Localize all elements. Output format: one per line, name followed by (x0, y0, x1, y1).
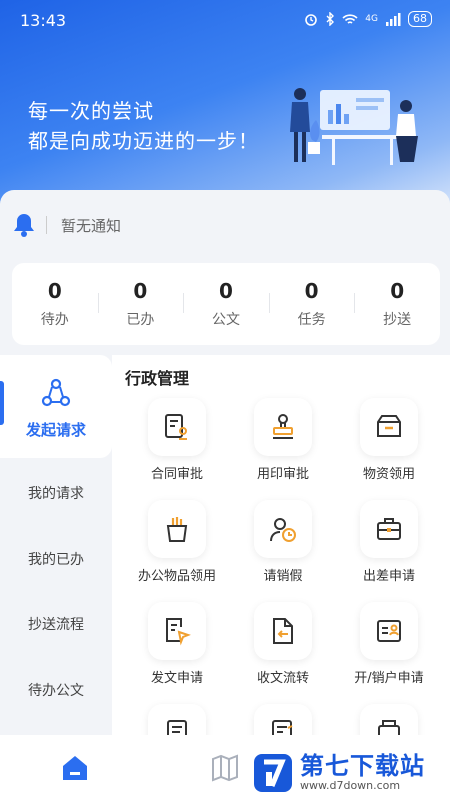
stat-value: 0 (133, 279, 148, 303)
grid-item-account-open-close[interactable]: 开/销户申请 (334, 602, 444, 702)
home-icon[interactable] (60, 753, 90, 783)
sidebar-item-pending-docs[interactable]: 待办公文 (0, 680, 112, 700)
notice-text: 暂无通知 (61, 216, 122, 235)
briefcase-icon (377, 518, 401, 540)
stat-tasks[interactable]: 0 任务 (268, 263, 355, 345)
site-watermark: 第七下载站 www.d7down.com (252, 748, 447, 798)
stat-value: 0 (390, 279, 405, 303)
document-edit-icon (272, 720, 293, 735)
bell-icon (14, 214, 34, 237)
pen-holder-icon (166, 517, 188, 542)
account-icon (377, 620, 401, 642)
grid-item-business-trip[interactable]: 出差申请 (334, 500, 444, 600)
notice-divider (46, 216, 47, 234)
wifi-icon (342, 13, 358, 24)
content-area: 行政管理 合同审批 用印审批 物资领用 办公物品领用 请销假 出差申请 发文申请… (112, 355, 450, 735)
alarm-icon (305, 14, 318, 26)
sidebar-item-my-requests[interactable]: 我的请求 (0, 483, 112, 503)
stat-label: 任务 (297, 312, 326, 328)
network-label: 4G (365, 14, 378, 24)
office-illustration (290, 88, 418, 165)
grid-item-leave-request[interactable]: 请销假 (228, 500, 338, 600)
status-bar: 13:43 4G 68 (0, 0, 450, 40)
section-title: 行政管理 (125, 369, 190, 388)
contract-icon (165, 414, 187, 440)
watermark-title: 第七下载站 (300, 752, 425, 780)
grid-item-label: 办公物品领用 (137, 569, 216, 584)
grid-item-label: 发文申请 (150, 671, 203, 686)
grid-item-partial-2[interactable] (228, 704, 338, 735)
signal-icon (386, 12, 401, 26)
sidebar-item-start-request[interactable]: 发起请求 (0, 355, 112, 458)
grid-item-seal-approval[interactable]: 用印审批 (228, 398, 338, 498)
grid-item-label: 用印审批 (256, 467, 309, 482)
stat-cc[interactable]: 0 抄送 (354, 263, 440, 345)
watermark-url: www.d7down.com (300, 779, 401, 792)
tile (254, 704, 312, 735)
sidebar-item-my-done[interactable]: 我的已办 (0, 549, 112, 569)
stat-value: 0 (219, 279, 233, 303)
status-icons: 4G 68 (304, 11, 432, 27)
grid-item-office-supplies[interactable]: 办公物品领用 (122, 500, 232, 600)
sidebar-active-label: 发起请求 (25, 421, 86, 439)
grid-item-send-document[interactable]: 发文申请 (122, 602, 232, 702)
grid-item-contract-approval[interactable]: 合同审批 (122, 398, 232, 498)
grid-item-label: 合同审批 (150, 467, 203, 482)
printer-icon (378, 720, 400, 735)
stat-done[interactable]: 0 已办 (97, 263, 184, 345)
stat-todo[interactable]: 0 待办 (12, 263, 98, 345)
tile (254, 602, 312, 660)
tile (148, 704, 206, 735)
battery-indicator: 68 (408, 11, 432, 27)
hero-slogan: 每一次的尝试 都是向成功迈进的一步！ (28, 96, 259, 156)
slogan-line-1: 每一次的尝试 (28, 99, 154, 123)
stat-documents[interactable]: 0 公文 (183, 263, 269, 345)
slogan-line-2: 都是向成功迈进的一步！ (28, 129, 259, 153)
hero-banner: 13:43 4G 68 每一次的尝试 都是向成功迈进的一步！ (0, 0, 450, 215)
tile (148, 398, 206, 456)
tile (254, 500, 312, 558)
tile (360, 398, 418, 456)
receive-document-icon (273, 618, 293, 644)
notice-bar[interactable]: 暂无通知 (0, 190, 450, 260)
grid-item-receive-document[interactable]: 收文流转 (228, 602, 338, 702)
grid-item-label: 请销假 (263, 569, 303, 584)
tile (148, 602, 206, 660)
bluetooth-icon (326, 12, 335, 26)
stat-label: 已办 (126, 312, 155, 328)
stat-value: 0 (304, 279, 319, 303)
tile (360, 500, 418, 558)
stat-value: 0 (47, 279, 62, 303)
status-time: 13:43 (20, 11, 67, 30)
tile (360, 704, 418, 735)
grid-item-label: 开/销户申请 (354, 671, 424, 686)
stats-card: 0 待办 0 已办 0 公文 0 任务 0 抄送 (12, 263, 440, 345)
grid-item-label: 物资领用 (362, 467, 415, 482)
tile (360, 602, 418, 660)
grid-item-label: 收文流转 (256, 671, 309, 686)
document-icon (167, 720, 187, 735)
stat-label: 抄送 (383, 312, 412, 328)
watermark-logo-icon (254, 754, 292, 792)
box-icon (377, 415, 401, 437)
main-panel: 暂无通知 0 待办 0 已办 0 公文 0 任务 0 抄送 发起请求 我的请求 我的已办 … (0, 190, 450, 735)
sidebar-item-cc-flow[interactable]: 抄送流程 (0, 614, 112, 634)
grid-item-partial-3[interactable] (334, 704, 444, 735)
seal-icon (273, 414, 293, 439)
workflow-icon (41, 378, 71, 407)
grid-item-partial-1[interactable] (122, 704, 232, 735)
tile (148, 500, 206, 558)
leave-clock-icon (270, 518, 296, 542)
stat-label: 待办 (40, 312, 69, 328)
grid-item-label: 出差申请 (362, 569, 415, 584)
map-icon[interactable] (210, 753, 240, 783)
stat-label: 公文 (211, 312, 240, 328)
send-document-icon (166, 618, 191, 646)
tile (254, 398, 312, 456)
sidebar: 发起请求 我的请求 我的已办 抄送流程 待办公文 (0, 355, 112, 735)
grid-item-material-request[interactable]: 物资领用 (334, 398, 444, 498)
